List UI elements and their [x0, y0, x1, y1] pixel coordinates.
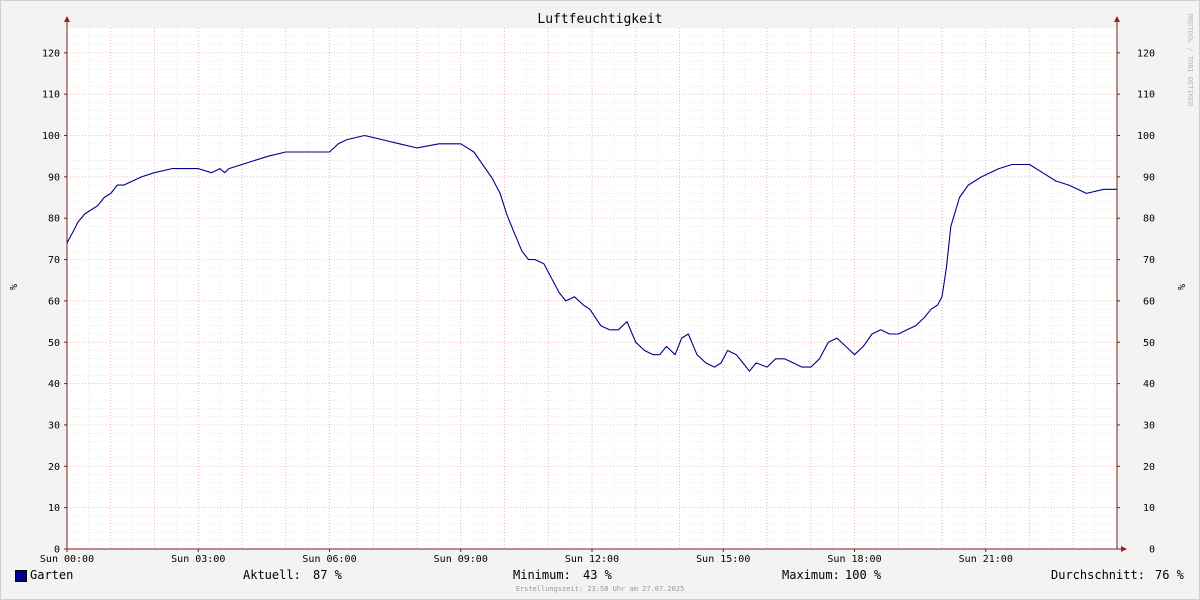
legend-avg-label: Durchschnitt:	[1051, 568, 1145, 582]
x-tick-label: Sun 09:00	[434, 554, 488, 565]
y-tick-label-left: 60	[48, 296, 60, 307]
legend-min-value: 43 %	[583, 568, 612, 582]
y-axis-arrow-right	[1114, 16, 1120, 22]
x-tick-label: Sun 21:00	[959, 554, 1013, 565]
y-tick-label-left: 80	[48, 214, 60, 225]
y-axis-unit-right: %	[1175, 284, 1186, 290]
humidity-chart: 0 010 1020 2030 3040 4050 5060 6070 7080 8090 9010…	[0, 0, 1200, 600]
y-tick-label-right: 120	[1137, 48, 1155, 59]
y-tick-label-left: 110	[42, 90, 60, 101]
x-tick-label: Sun 18:00	[827, 554, 881, 565]
legend-current-label: Aktuell:	[243, 568, 301, 582]
y-tick-label-left: 100	[42, 131, 60, 142]
legend-series-name: Garten	[30, 568, 74, 582]
y-tick-label-right: 40	[1143, 379, 1155, 390]
y-tick-label-left: 90	[48, 172, 60, 183]
x-tick-label: Sun 12:00	[565, 554, 619, 565]
rrd-graph: 0 0 10 10 20 20 30 30 40 40 50 50 60 60 70 70 80 80 90 90 10…	[0, 0, 1200, 600]
y-tick-label-left: 40	[48, 379, 60, 390]
y-tick-label-left: 50	[48, 338, 60, 349]
legend-min-label: Minimum:	[513, 568, 571, 582]
y-tick-label-left: 70	[48, 255, 60, 266]
y-tick-label-right: 10	[1143, 503, 1155, 514]
y-tick-label-left: 20	[48, 462, 60, 473]
y-tick-label-right: 20	[1143, 462, 1155, 473]
legend: Garten Aktuell: 87 % Minimum: 43 % Maxim…	[0, 568, 1200, 584]
y-tick-label-right: 60	[1143, 296, 1155, 307]
y-tick-label-right: 70	[1143, 255, 1155, 266]
x-tick-label: Sun 00:00	[40, 554, 94, 565]
y-tick-label-right: 90	[1143, 172, 1155, 183]
legend-max-label: Maximum:	[782, 568, 840, 582]
y-axis-arrow-left	[64, 16, 70, 22]
x-axis-arrow	[1121, 546, 1127, 552]
y-tick-label-left: 120	[42, 48, 60, 59]
chart-title: Luftfeuchtigkeit	[537, 12, 662, 27]
rrdtool-watermark: RRDTOOL / TOBI OETIKER	[1186, 14, 1194, 108]
x-tick-label: Sun 03:00	[171, 554, 225, 565]
legend-current-value: 87 %	[313, 568, 342, 582]
y-tick-label-right: 110	[1137, 90, 1155, 101]
y-tick-label-right: 100	[1137, 131, 1155, 142]
y-tick-label-right: 80	[1143, 214, 1155, 225]
legend-max-value: 100 %	[845, 568, 882, 582]
y-tick-label-left: 30	[48, 420, 60, 431]
y-tick-label-right: 30	[1143, 420, 1155, 431]
x-tick-label: Sun 15:00	[696, 554, 750, 565]
footer-timestamp: Erstellungszeit: 23:58 Uhr am 27.07.2025	[515, 585, 685, 593]
y-tick-label-right: 0	[1149, 545, 1155, 556]
x-tick-label: Sun 06:00	[302, 554, 356, 565]
y-tick-label-left: 10	[48, 503, 60, 514]
legend-avg-value: 76 %	[1155, 568, 1184, 582]
y-tick-label-right: 50	[1143, 338, 1155, 349]
y-axis-unit-left: %	[7, 284, 18, 290]
